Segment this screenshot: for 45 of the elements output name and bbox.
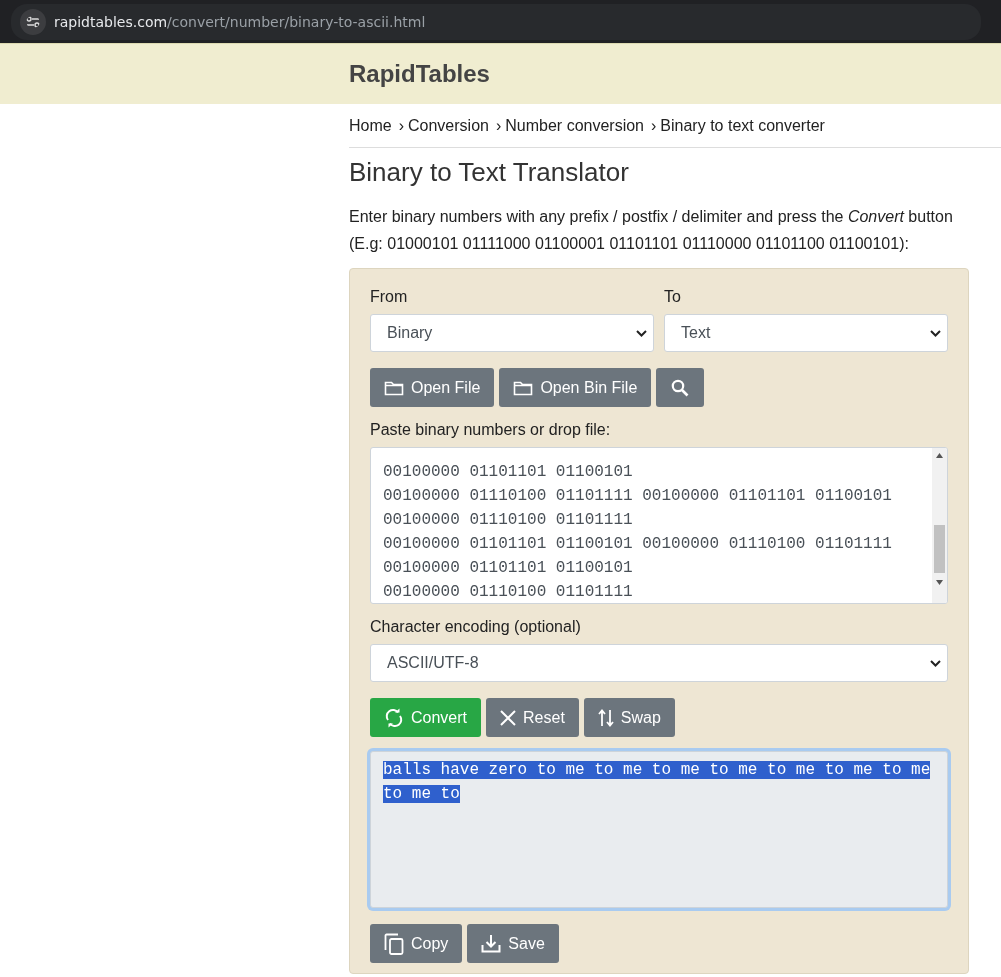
address-bar[interactable]: rapidtables.com/convert/number/binary-to-ascii.html (11, 3, 981, 40)
breadcrumb-link[interactable]: Home (349, 117, 392, 135)
breadcrumb-link[interactable]: Binary to text converter (660, 117, 825, 135)
close-icon (500, 709, 517, 726)
breadcrumb-separator: › (651, 117, 657, 135)
intro-text: Enter binary numbers with any prefix / postfix / delimiter and press the Convert button (349, 207, 954, 226)
input-label: Paste binary numbers or drop file: (370, 421, 612, 439)
breadcrumb-separator: › (398, 117, 404, 135)
site-settings-icon[interactable] (20, 8, 46, 35)
to-label: To (664, 288, 682, 306)
search-button[interactable] (656, 368, 705, 407)
swap-button[interactable]: Swap (583, 698, 675, 737)
search-icon (671, 378, 690, 397)
folder-icon (513, 379, 534, 396)
open-file-button[interactable]: Open File (370, 368, 495, 407)
open-file-button[interactable]: Open Bin File (499, 368, 652, 407)
breadcrumb-separator: › (495, 117, 502, 135)
encoding-label: Character encoding (optional) (370, 618, 582, 636)
copy-button[interactable]: Copy (370, 924, 463, 963)
url-text: rapidtables.com/convert/number/binary-to-ascii.html (54, 13, 426, 30)
save-button[interactable]: Save (467, 924, 559, 963)
chevron-down-icon (636, 329, 647, 337)
example-text: (E.g: 01000101 01111000 01100001 01101101 01110000 01101100 01100101): (349, 234, 910, 253)
scroll-up-icon[interactable] (936, 453, 943, 458)
chevron-down-icon (930, 329, 941, 337)
swap-icon (597, 708, 614, 727)
from-select[interactable]: Binary (370, 314, 654, 352)
breadcrumb-link[interactable]: Number conversion (505, 117, 644, 135)
scroll-down-icon[interactable] (936, 580, 943, 585)
page-title: Binary to Text Translator (349, 157, 630, 188)
scrollbar-thumb[interactable] (934, 525, 945, 573)
copy-icon (384, 932, 404, 955)
encoding-select[interactable]: ASCII/UTF-8 (370, 644, 948, 682)
output-field[interactable]: balls have zero to me to me to me to me to me to me to me to me to (370, 751, 948, 908)
binary-input-field[interactable]: 00100000 01101101 01100101 00100000 01110100 01101111 00100000 01101101 01100101 00100000 01110100 01101111 00100000 01101101 01100101 00100000 01110100 01101111 00100000 01101101 01100101 00100000 01110100 01101111 (370, 447, 948, 604)
download-icon (481, 934, 502, 953)
to-select[interactable]: Text (664, 314, 948, 352)
refresh-icon (384, 707, 404, 728)
chevron-down-icon (930, 659, 941, 667)
breadcrumb-link[interactable]: Conversion (408, 117, 489, 135)
reset-button[interactable]: Reset (486, 698, 579, 737)
from-label: From (370, 288, 409, 306)
folder-icon (384, 379, 404, 396)
site-logo[interactable]: RapidTables (349, 60, 490, 87)
scrollbar[interactable] (932, 448, 947, 603)
